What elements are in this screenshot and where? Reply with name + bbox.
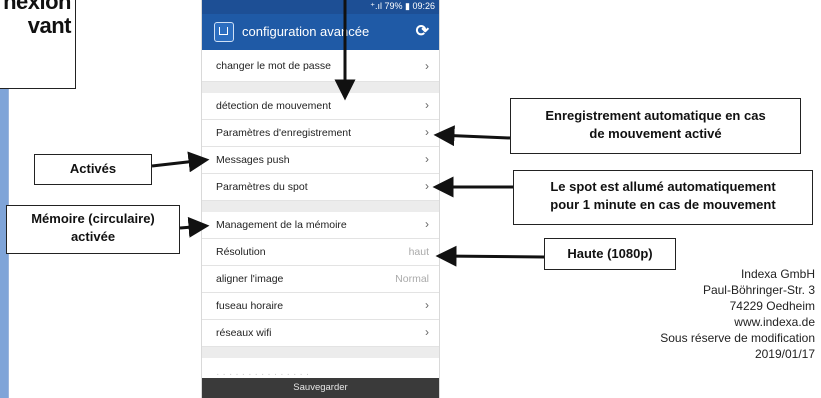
row-label: Paramètres d'enregistrement [216, 127, 352, 139]
settings-list: changer le mot de passe › détection de m… [202, 50, 439, 388]
callout-resolution-text: Haute (1080p) [567, 246, 653, 261]
section-divider [202, 347, 439, 358]
chevron-right-icon: › [425, 59, 429, 73]
row-label: Messages push [216, 154, 290, 166]
status-bar: ⁺.ıl 79% ▮ 09:26 [202, 0, 439, 14]
company-note: Sous réserve de modification [660, 331, 815, 345]
company-street: Paul-Böhringer-Str. 3 [702, 283, 815, 297]
callout-activated-text: Activés [69, 161, 117, 176]
row-label: changer le mot de passe [216, 60, 331, 72]
company-info: Indexa GmbH Paul-Böhringer-Str. 3 74229 … [660, 266, 815, 362]
company-date: 2019/01/17 [754, 347, 815, 361]
save-button[interactable]: Sauvegarder [202, 378, 439, 398]
chevron-right-icon: › [425, 125, 429, 139]
callout-activated: Activés [34, 154, 152, 185]
callout-recording-line2: de mouvement activé [589, 126, 722, 141]
row-image-alignment[interactable]: aligner l'image Normal [202, 266, 439, 293]
callout-memory: Mémoire (circulaire) activée [6, 205, 180, 254]
row-label: réseaux wifi [216, 327, 272, 339]
left-callout-line2: vant [27, 13, 72, 38]
status-indicators: ⁺.ıl 79% ▮ 09:26 [370, 1, 435, 11]
callout-spot: Le spot est allumé automatiquement pour … [513, 170, 813, 225]
app-bar: configuration avancée ⟳ [202, 14, 439, 50]
row-label: Management de la mémoire [216, 219, 347, 231]
left-callout-box: nexion vant [0, 0, 76, 89]
chevron-right-icon: › [425, 325, 429, 339]
chevron-right-icon: › [425, 217, 429, 231]
chevron-right-icon: › [425, 98, 429, 112]
arrow-recording [433, 125, 511, 147]
company-city: 74229 Oedheim [729, 299, 815, 313]
callout-memory-line2: activée [70, 229, 116, 244]
row-spot-settings[interactable]: Paramètres du spot › [202, 174, 439, 201]
section-divider [202, 82, 439, 93]
row-label: détection de mouvement [216, 100, 331, 112]
section-divider [202, 201, 439, 212]
row-memory-management[interactable]: Management de la mémoire › [202, 212, 439, 239]
callout-recording-line1: Enregistrement automatique en cas [545, 108, 766, 123]
refresh-icon[interactable]: ⟳ [416, 21, 429, 41]
row-resolution[interactable]: Résolution haut [202, 239, 439, 266]
row-push-messages[interactable]: Messages push › [202, 147, 439, 174]
callout-spot-line1: Le spot est allumé automatiquement [550, 179, 776, 194]
callout-spot-line2: pour 1 minute en cas de mouvement [550, 197, 776, 212]
phone-screen: ⁺.ıl 79% ▮ 09:26 configuration avancée ⟳… [201, 0, 440, 398]
callout-recording: Enregistrement automatique en cas de mou… [510, 98, 801, 154]
row-label: Résolution [216, 246, 266, 258]
row-value: Normal [395, 273, 429, 285]
app-title: configuration avancée [242, 24, 370, 39]
row-change-password[interactable]: changer le mot de passe › [202, 50, 439, 82]
row-recording-settings[interactable]: Paramètres d'enregistrement › [202, 120, 439, 147]
row-label: aligner l'image [216, 273, 284, 285]
row-label: Paramètres du spot [216, 181, 308, 193]
callout-memory-line1: Mémoire (circulaire) [31, 211, 155, 226]
save-button-label: Sauvegarder [293, 382, 348, 393]
arrow-activated [151, 151, 210, 173]
row-motion-detection[interactable]: détection de mouvement › [202, 93, 439, 120]
company-name: Indexa GmbH [740, 267, 815, 281]
callout-resolution: Haute (1080p) [544, 238, 676, 270]
row-wifi-networks[interactable]: réseaux wifi › [202, 320, 439, 347]
company-web: www.indexa.de [734, 315, 815, 329]
home-icon[interactable] [214, 22, 234, 42]
chevron-right-icon: › [425, 298, 429, 312]
row-value: haut [408, 246, 429, 258]
arrow-resolution [435, 245, 545, 267]
chevron-right-icon: › [425, 152, 429, 166]
chevron-right-icon: › [425, 179, 429, 193]
row-time-zone[interactable]: fuseau horaire › [202, 293, 439, 320]
row-label: fuseau horaire [216, 300, 284, 312]
